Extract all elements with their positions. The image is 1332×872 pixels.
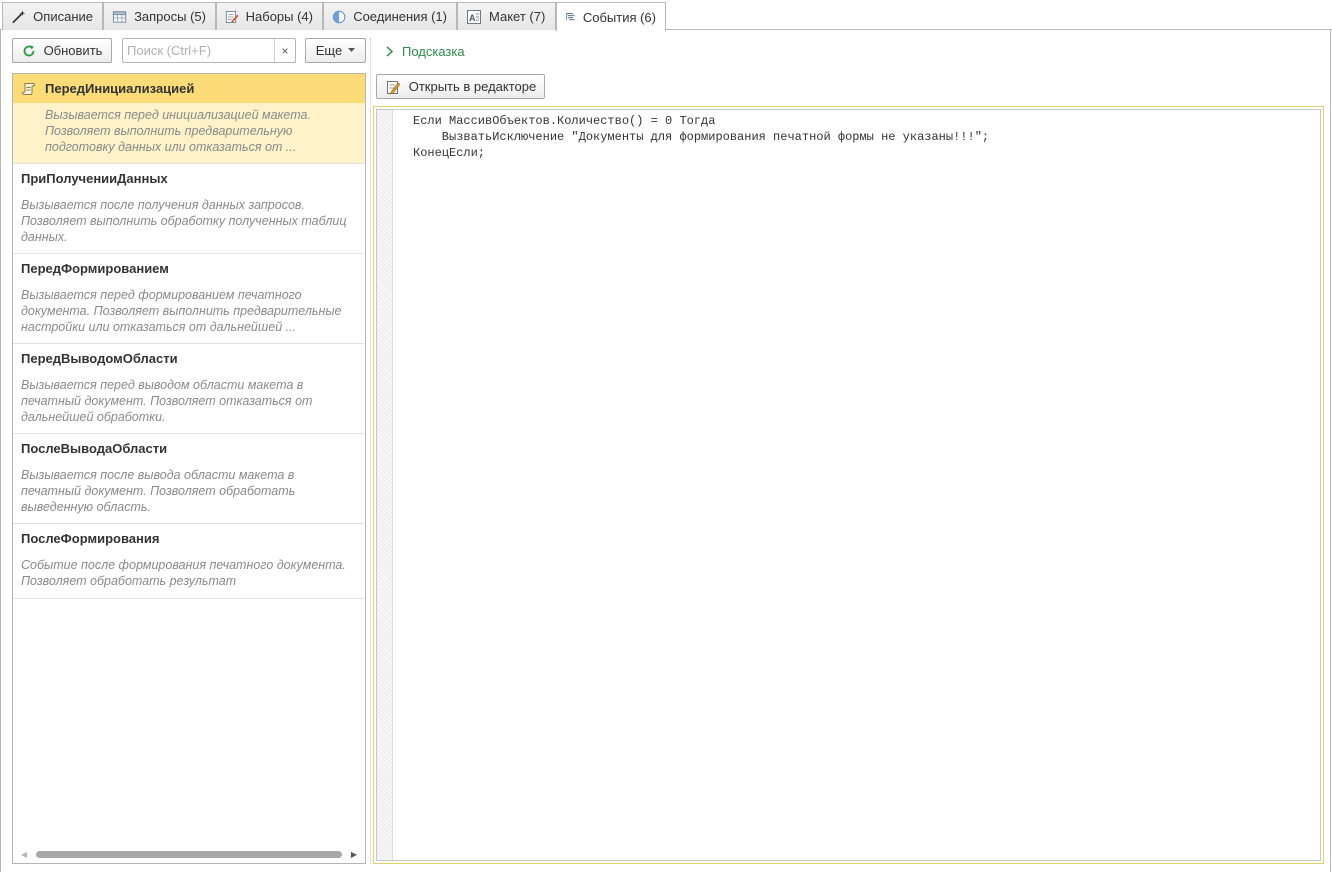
event-name: ПередВыводомОбласти bbox=[21, 351, 178, 366]
open-in-editor-label: Открыть в редакторе bbox=[408, 79, 537, 94]
tab-events[interactable]: События (6) bbox=[556, 2, 666, 31]
tab-label: Наборы (4) bbox=[245, 9, 313, 24]
event-item-on-data-received[interactable]: ПриПолученииДанных Вызывается после полу… bbox=[13, 164, 365, 254]
open-in-editor-button[interactable]: Открыть в редакторе bbox=[376, 74, 545, 99]
pane-splitter[interactable] bbox=[370, 38, 371, 864]
event-item-header: ПослеФормирования bbox=[13, 524, 365, 553]
layout-icon: A bbox=[467, 9, 481, 24]
event-item-after-area-output[interactable]: ПослеВыводаОбласти Вызывается после выво… bbox=[13, 434, 365, 524]
refresh-label: Обновить bbox=[43, 43, 103, 58]
scroll-right-icon[interactable]: ▶ bbox=[349, 849, 359, 859]
dataset-icon bbox=[225, 10, 239, 23]
tab-description[interactable]: Описание bbox=[2, 2, 103, 30]
event-description: Вызывается перед выводом области макета … bbox=[21, 378, 313, 424]
event-name: ПриПолученииДанных bbox=[21, 171, 168, 186]
clear-icon: × bbox=[281, 43, 289, 58]
svg-text:A: A bbox=[469, 13, 476, 23]
horizontal-scrollbar[interactable]: ◀ ▶ bbox=[13, 845, 365, 863]
wand-icon bbox=[12, 9, 26, 23]
code-editor[interactable]: Если МассивОбъектов.Количество() = 0 Тог… bbox=[376, 109, 1321, 861]
tab-joins[interactable]: Соединения (1) bbox=[323, 2, 457, 30]
event-list: ПередИнициализацией Вызывается перед ини… bbox=[12, 73, 366, 864]
event-item-before-init[interactable]: ПередИнициализацией Вызывается перед ини… bbox=[13, 74, 365, 164]
event-description: Вызывается после получения данных запрос… bbox=[21, 198, 347, 244]
refresh-icon bbox=[23, 44, 34, 56]
hint-toggle[interactable]: Подсказка bbox=[385, 43, 465, 59]
event-item-header: ПередФормированием bbox=[13, 254, 365, 283]
event-item-header: ПослеВыводаОбласти bbox=[13, 434, 365, 463]
tab-queries[interactable]: Запросы (5) bbox=[103, 2, 216, 30]
event-item-header: ПередВыводомОбласти bbox=[13, 344, 365, 373]
code-editor-frame: Если МассивОбъектов.Количество() = 0 Тог… bbox=[373, 106, 1324, 864]
event-description: Вызывается перед инициализацией макета. … bbox=[13, 103, 365, 163]
tab-label: Соединения (1) bbox=[353, 9, 447, 24]
tab-label: Запросы (5) bbox=[134, 9, 206, 24]
refresh-button[interactable]: Обновить bbox=[12, 38, 112, 63]
tab-datasets[interactable]: Наборы (4) bbox=[216, 2, 323, 30]
event-name: ПослеФормирования bbox=[21, 531, 160, 546]
scrollbar-thumb[interactable] bbox=[36, 851, 342, 858]
editor-gutter bbox=[377, 110, 393, 860]
event-name: ПередФормированием bbox=[21, 261, 169, 276]
tab-label: Описание bbox=[33, 9, 93, 24]
tab-label: События (6) bbox=[582, 9, 656, 25]
script-icon bbox=[21, 82, 36, 95]
event-item-after-generation[interactable]: ПослеФормирования Событие после формиров… bbox=[13, 524, 365, 599]
event-item-header: ПриПолученииДанных bbox=[13, 164, 365, 193]
tab-layout[interactable]: A Макет (7) bbox=[457, 2, 556, 30]
clear-search-button[interactable]: × bbox=[274, 39, 295, 62]
more-label: Еще bbox=[315, 43, 343, 58]
more-button[interactable]: Еще bbox=[305, 38, 366, 63]
table-icon bbox=[112, 10, 127, 23]
join-icon bbox=[332, 10, 346, 23]
event-description: Вызывается после вывода области макета в… bbox=[21, 468, 296, 514]
event-name: ПослеВыводаОбласти bbox=[21, 441, 168, 456]
event-item-before-generation[interactable]: ПередФормированием Вызывается перед форм… bbox=[13, 254, 365, 344]
event-name: ПередИнициализацией bbox=[45, 81, 195, 96]
event-description: Событие после формирования печатного док… bbox=[21, 558, 346, 588]
tab-bar: Описание Запросы (5) Наборы (4) Соединен… bbox=[0, 0, 1332, 31]
chevron-right-icon bbox=[386, 45, 394, 57]
hint-label: Подсказка bbox=[402, 43, 465, 59]
tab-label: Макет (7) bbox=[489, 9, 546, 24]
event-item-before-area-output[interactable]: ПередВыводомОбласти Вызывается перед выв… bbox=[13, 344, 365, 434]
code-text[interactable]: Если МассивОбъектов.Количество() = 0 Тог… bbox=[413, 113, 989, 161]
event-description: Вызывается перед формированием печатного… bbox=[21, 288, 342, 334]
event-item-header: ПередИнициализацией bbox=[13, 74, 365, 103]
chevron-down-icon bbox=[348, 48, 356, 52]
scroll-left-icon[interactable]: ◀ bbox=[19, 849, 29, 859]
events-icon bbox=[566, 13, 575, 21]
search-box: × bbox=[122, 38, 296, 63]
edit-module-icon bbox=[386, 80, 400, 94]
search-input[interactable] bbox=[125, 41, 273, 60]
